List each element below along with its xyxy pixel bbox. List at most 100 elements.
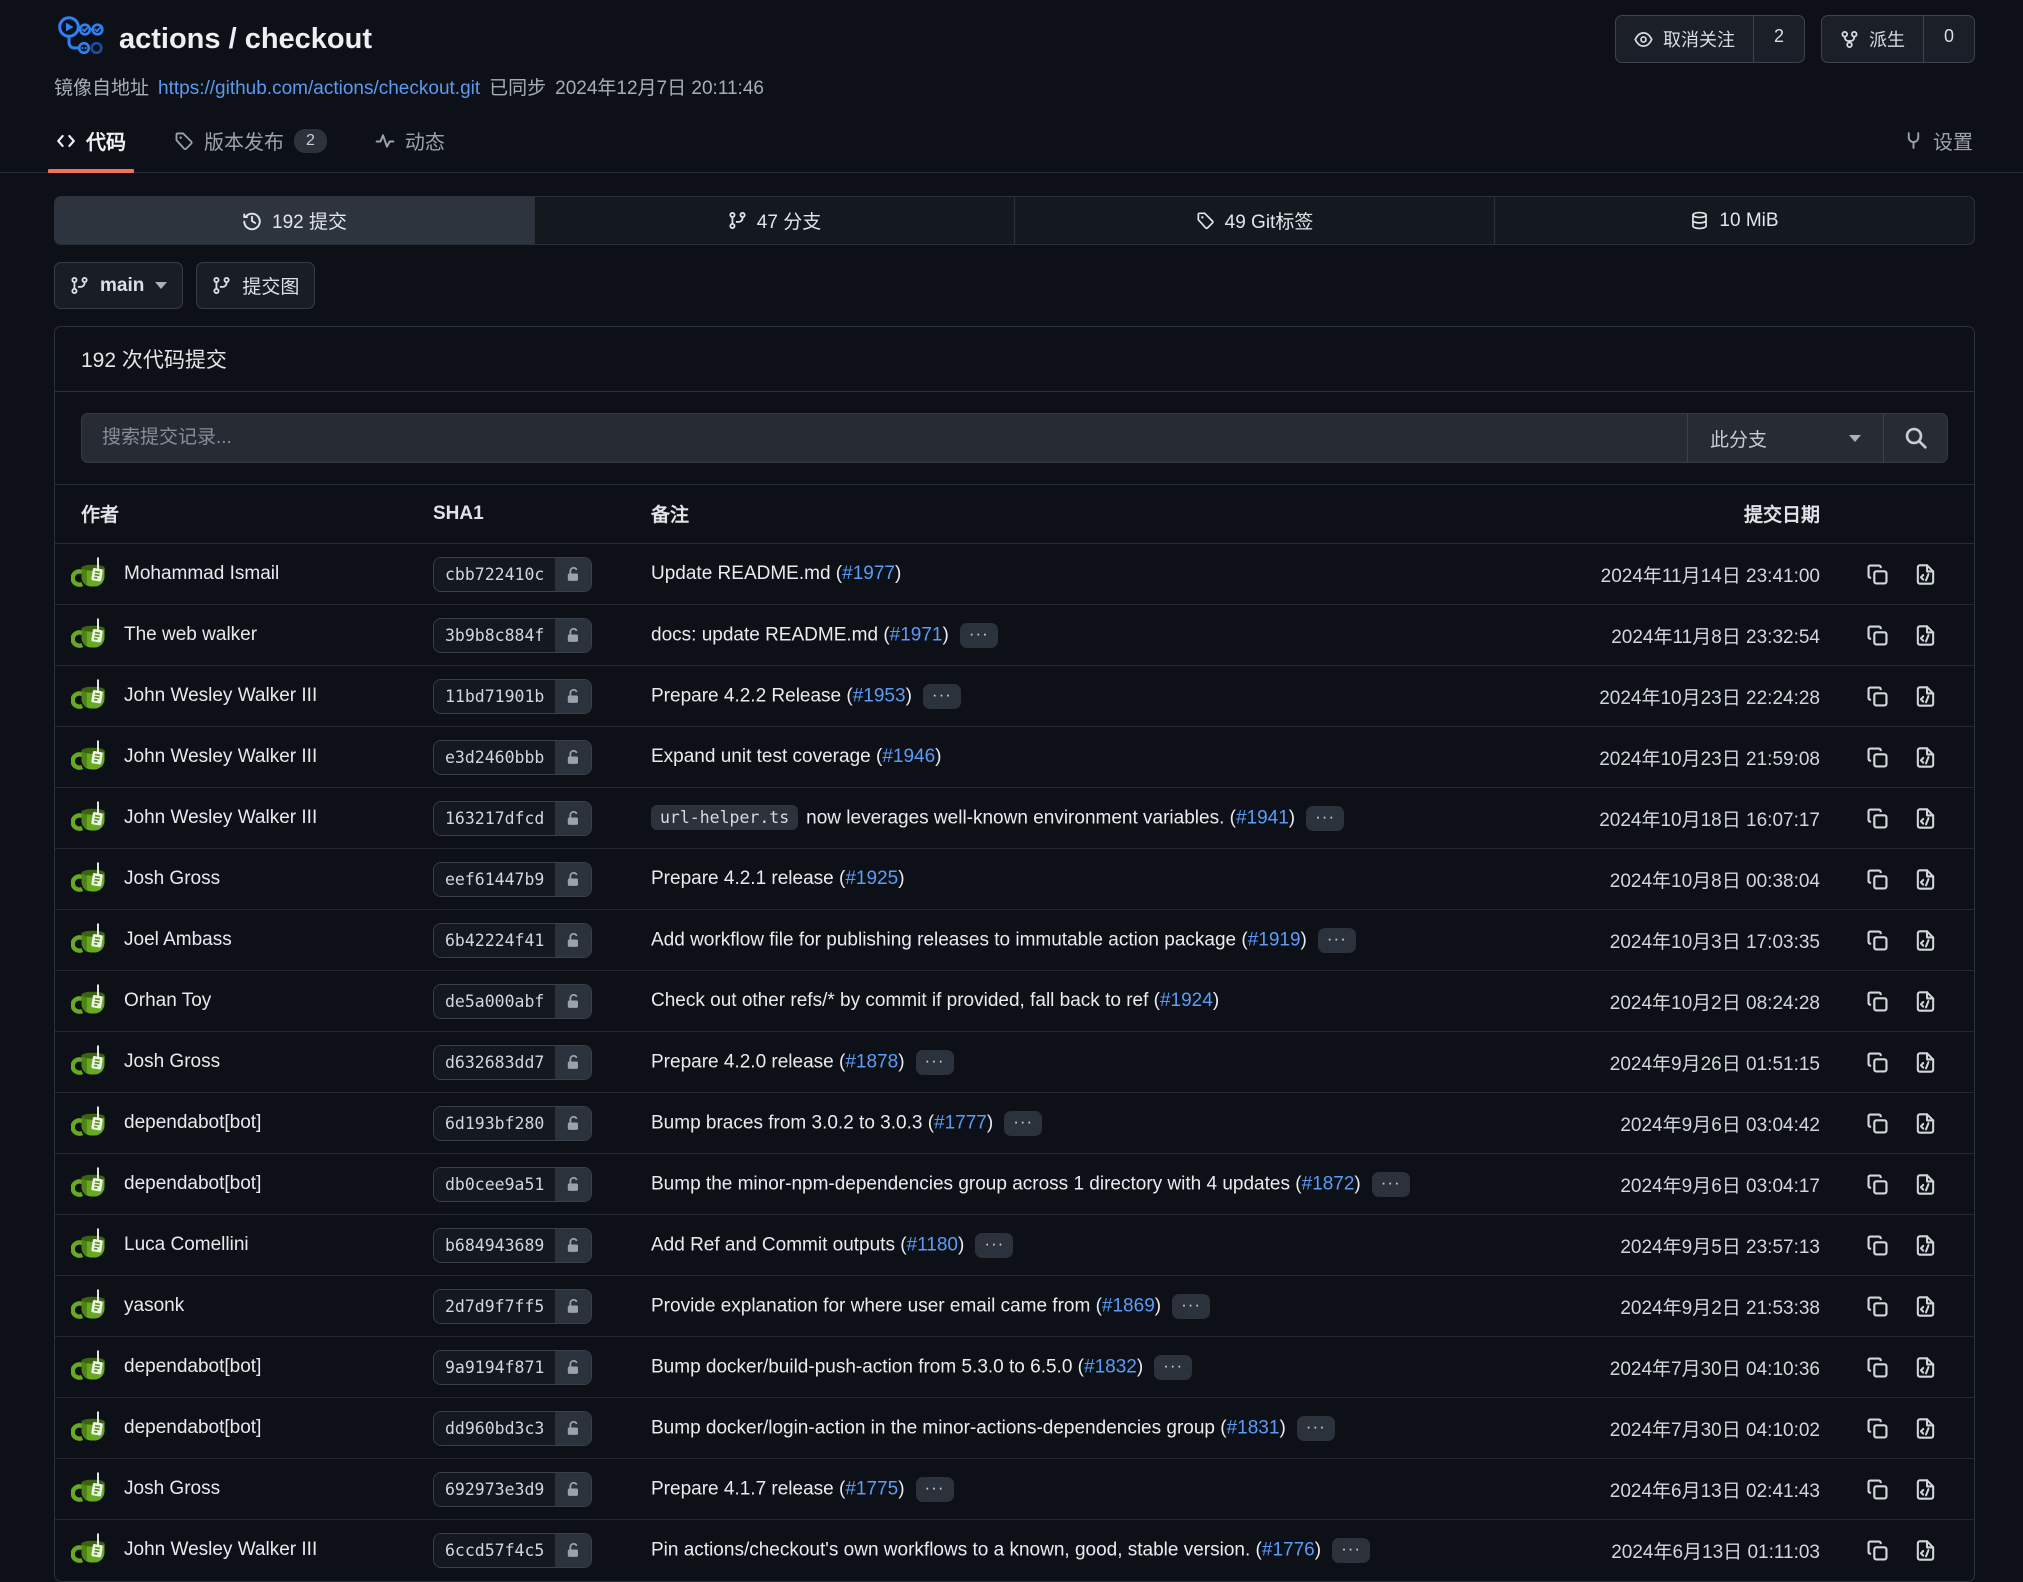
more-button[interactable]: ··· <box>975 1233 1013 1258</box>
stat-branches[interactable]: 47 分支 <box>534 197 1014 244</box>
commit-sha-badge[interactable]: e3d2460bbb <box>433 740 592 775</box>
browse-source-button[interactable] <box>1914 1478 1937 1501</box>
commit-author[interactable]: Orhan Toy <box>71 982 381 1020</box>
browse-source-button[interactable] <box>1914 746 1937 769</box>
browse-source-button[interactable] <box>1914 563 1937 586</box>
commit-sha-badge[interactable]: 6d193bf280 <box>433 1106 592 1141</box>
issue-link[interactable]: #1872 <box>1302 1173 1355 1194</box>
tab-activity[interactable]: 动态 <box>373 114 447 172</box>
commit-sha-badge[interactable]: 2d7d9f7ff5 <box>433 1289 592 1324</box>
commit-sha-badge[interactable]: 9a9194f871 <box>433 1350 592 1385</box>
more-button[interactable]: ··· <box>1154 1355 1192 1380</box>
commit-sha-badge[interactable]: de5a000abf <box>433 984 592 1019</box>
commit-author[interactable]: dependabot[bot] <box>71 1409 381 1447</box>
issue-link[interactable]: #1878 <box>845 1051 898 1072</box>
browse-source-button[interactable] <box>1914 685 1937 708</box>
more-button[interactable]: ··· <box>1297 1416 1335 1441</box>
commit-search-input[interactable] <box>82 414 1687 462</box>
issue-link[interactable]: #1924 <box>1160 990 1213 1011</box>
watch-count[interactable]: 2 <box>1753 16 1804 62</box>
issue-link[interactable]: #1775 <box>845 1478 898 1499</box>
commit-sha-badge[interactable]: cbb722410c <box>433 557 592 592</box>
mirror-url-link[interactable]: https://github.com/actions/checkout.git <box>158 78 480 100</box>
issue-link[interactable]: #1776 <box>1262 1539 1315 1560</box>
issue-link[interactable]: #1941 <box>1236 807 1289 828</box>
issue-link[interactable]: #1831 <box>1227 1417 1280 1438</box>
copy-sha-button[interactable] <box>1866 1478 1889 1501</box>
commit-author[interactable]: dependabot[bot] <box>71 1104 381 1142</box>
browse-source-button[interactable] <box>1914 807 1937 830</box>
more-button[interactable]: ··· <box>1332 1538 1370 1563</box>
tab-settings[interactable]: 设置 <box>1902 114 1975 172</box>
commit-sha-badge[interactable]: 6ccd57f4c5 <box>433 1533 592 1568</box>
stat-commits[interactable]: 192 提交 <box>55 197 534 244</box>
search-button[interactable] <box>1883 414 1947 462</box>
browse-source-button[interactable] <box>1914 1539 1937 1562</box>
commit-sha-badge[interactable]: dd960bd3c3 <box>433 1411 592 1446</box>
more-button[interactable]: ··· <box>1372 1172 1410 1197</box>
more-button[interactable]: ··· <box>1004 1111 1042 1136</box>
issue-link[interactable]: #1971 <box>890 624 943 645</box>
commit-sha-badge[interactable]: b684943689 <box>433 1228 592 1263</box>
browse-source-button[interactable] <box>1914 929 1937 952</box>
more-button[interactable]: ··· <box>1172 1294 1210 1319</box>
issue-link[interactable]: #1977 <box>842 563 895 584</box>
tab-code[interactable]: 代码 <box>54 114 128 172</box>
commit-author[interactable]: John Wesley Walker III <box>71 677 381 715</box>
issue-link[interactable]: #1777 <box>934 1112 987 1133</box>
copy-sha-button[interactable] <box>1866 746 1889 769</box>
branch-selector[interactable]: main <box>54 262 183 309</box>
browse-source-button[interactable] <box>1914 1234 1937 1257</box>
commit-author[interactable]: John Wesley Walker III <box>71 799 381 837</box>
commit-author[interactable]: Mohammad Ismail <box>71 555 381 593</box>
copy-sha-button[interactable] <box>1866 1112 1889 1135</box>
commit-sha-badge[interactable]: 6b42224f41 <box>433 923 592 958</box>
issue-link[interactable]: #1946 <box>882 746 935 767</box>
branch-scope-dropdown[interactable]: 此分支 <box>1687 414 1883 462</box>
copy-sha-button[interactable] <box>1866 807 1889 830</box>
browse-source-button[interactable] <box>1914 990 1937 1013</box>
fork-count[interactable]: 0 <box>1923 16 1974 62</box>
copy-sha-button[interactable] <box>1866 990 1889 1013</box>
copy-sha-button[interactable] <box>1866 1051 1889 1074</box>
copy-sha-button[interactable] <box>1866 685 1889 708</box>
browse-source-button[interactable] <box>1914 868 1937 891</box>
browse-source-button[interactable] <box>1914 1356 1937 1379</box>
more-button[interactable]: ··· <box>960 623 998 648</box>
commit-sha-badge[interactable]: db0cee9a51 <box>433 1167 592 1202</box>
commit-author[interactable]: John Wesley Walker III <box>71 738 381 776</box>
more-button[interactable]: ··· <box>916 1050 954 1075</box>
issue-link[interactable]: #1925 <box>845 868 898 889</box>
commit-author[interactable]: John Wesley Walker III <box>71 1531 381 1569</box>
copy-sha-button[interactable] <box>1866 624 1889 647</box>
browse-source-button[interactable] <box>1914 1295 1937 1318</box>
browse-source-button[interactable] <box>1914 1173 1937 1196</box>
copy-sha-button[interactable] <box>1866 1356 1889 1379</box>
commit-sha-badge[interactable]: d632683dd7 <box>433 1045 592 1080</box>
browse-source-button[interactable] <box>1914 1417 1937 1440</box>
copy-sha-button[interactable] <box>1866 563 1889 586</box>
commit-author[interactable]: Josh Gross <box>71 1470 381 1508</box>
browse-source-button[interactable] <box>1914 624 1937 647</box>
more-button[interactable]: ··· <box>923 684 961 709</box>
commit-author[interactable]: yasonk <box>71 1287 381 1325</box>
browse-source-button[interactable] <box>1914 1051 1937 1074</box>
browse-source-button[interactable] <box>1914 1112 1937 1135</box>
commit-author[interactable]: dependabot[bot] <box>71 1165 381 1203</box>
copy-sha-button[interactable] <box>1866 1539 1889 1562</box>
issue-link[interactable]: #1832 <box>1084 1356 1137 1377</box>
copy-sha-button[interactable] <box>1866 929 1889 952</box>
issue-link[interactable]: #1180 <box>907 1234 958 1255</box>
commit-graph-button[interactable]: 提交图 <box>196 262 315 309</box>
commit-sha-badge[interactable]: 692973e3d9 <box>433 1472 592 1507</box>
fork-button[interactable]: 派生 0 <box>1821 15 1975 63</box>
issue-link[interactable]: #1919 <box>1248 929 1301 950</box>
commit-author[interactable]: Josh Gross <box>71 860 381 898</box>
issue-link[interactable]: #1953 <box>853 685 906 706</box>
commit-sha-badge[interactable]: 163217dfcd <box>433 801 592 836</box>
stat-tags[interactable]: 49 Git标签 <box>1014 197 1494 244</box>
commit-sha-badge[interactable]: 3b9b8c884f <box>433 618 592 653</box>
commit-author[interactable]: Joel Ambass <box>71 921 381 959</box>
unwatch-button[interactable]: 取消关注 2 <box>1615 15 1805 63</box>
commit-author[interactable]: Luca Comellini <box>71 1226 381 1264</box>
